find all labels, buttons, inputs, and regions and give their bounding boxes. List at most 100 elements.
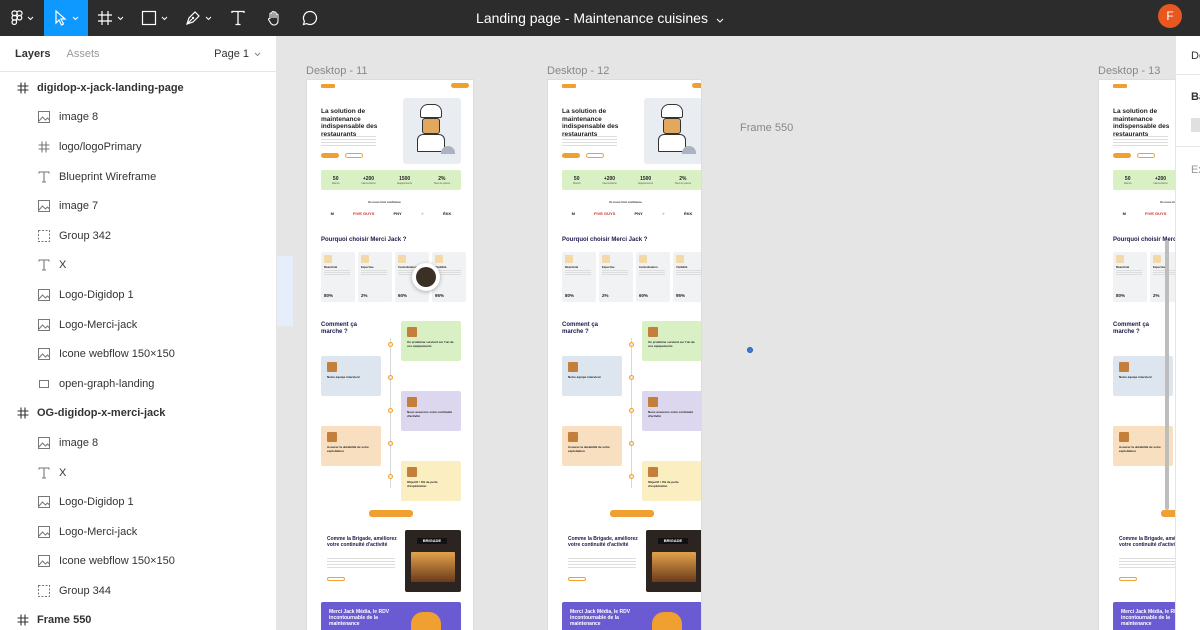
main-menu-button[interactable] <box>0 0 44 36</box>
step-illustration <box>407 327 417 337</box>
layer-row[interactable]: digidop-x-jack-landing-page <box>0 73 276 103</box>
design-tab[interactable]: De <box>1191 50 1200 62</box>
frame-desktop-12[interactable]: La solution de maintenance indispensable… <box>547 79 702 630</box>
step-title: Assurez la durabilité de votre exploitat… <box>1119 445 1161 453</box>
why-card: Visibilité 95% <box>673 252 701 302</box>
frame-tool-button[interactable] <box>88 0 132 36</box>
layer-row[interactable]: image 8 <box>0 103 276 133</box>
brigade-sign: BRIGADE <box>417 538 447 544</box>
step-title: Nous assurons votre continuité d'activit… <box>407 410 453 418</box>
hero-primary-button <box>1113 153 1131 158</box>
step-illustration <box>1119 362 1129 372</box>
rectangle-icon <box>38 378 50 390</box>
header-logo <box>562 84 576 88</box>
frame-grid-icon <box>17 82 29 94</box>
why-card-title: Réactivité <box>324 265 338 269</box>
why-card-percent: 95% <box>676 293 686 298</box>
layer-label: Frame 550 <box>37 614 92 627</box>
how-step-card: Assurez la durabilité de votre exploitat… <box>1113 426 1173 466</box>
layer-row[interactable]: Frame 550 <box>0 606 276 630</box>
layer-row[interactable]: OG-digidop-x-merci-jack <box>0 399 276 429</box>
trust-title: Ils nous font confiance <box>368 200 401 204</box>
frame-label-desktop-11[interactable]: Desktop - 11 <box>306 65 368 77</box>
brigade-text-lines <box>327 558 395 568</box>
why-card-percent: 80% <box>565 293 575 298</box>
media-title: Merci Jack Média, le RDV incontournable … <box>1121 609 1175 627</box>
canvas[interactable]: Desktop - 11 Desktop - 12 Desktop - 13 F… <box>277 36 1175 630</box>
layer-row[interactable]: Logo-Digidop 1 <box>0 280 276 310</box>
why-card-text-lines <box>676 270 701 276</box>
why-card-title: Expertise <box>1153 265 1166 269</box>
layer-label: Group 342 <box>59 229 111 242</box>
why-card-percent: 2% <box>602 293 609 298</box>
hero-title: La solution de maintenance indispensable… <box>562 108 619 138</box>
move-tool-button[interactable] <box>44 0 88 36</box>
pen-tool-button[interactable] <box>176 0 220 36</box>
partner-logos: MFIVE GUYSPNY♂ÉKK <box>1113 208 1175 218</box>
frame-label-desktop-13[interactable]: Desktop - 13 <box>1098 65 1160 77</box>
tab-layers[interactable]: Layers <box>15 48 50 60</box>
comment-tool-button[interactable] <box>292 0 328 36</box>
layer-row[interactable]: X <box>0 251 276 281</box>
why-title: Pourquoi choisir Merci Jack ? <box>562 237 648 243</box>
chevron-down-icon <box>254 48 261 60</box>
image-icon <box>38 555 50 568</box>
step-title: Objectif ! 0% de perte d'exploitation <box>407 480 438 488</box>
layer-row[interactable]: Icone webflow 150×150 <box>0 339 276 369</box>
how-step-card: Notre équipe intervient <box>562 356 622 396</box>
why-card-icon <box>565 255 573 263</box>
layer-row[interactable]: image 8 <box>0 428 276 458</box>
document-title[interactable]: Landing page - Maintenance cuisines <box>476 10 708 26</box>
frame-desktop-11[interactable]: La solution de maintenance indispensable… <box>306 79 474 630</box>
layer-row[interactable]: Group 344 <box>0 576 276 606</box>
partner-logo: ÉKK <box>442 210 452 216</box>
brigade-text-lines <box>1119 558 1175 568</box>
image-icon <box>38 496 50 509</box>
media-title: Merci Jack Média, le RDV incontournable … <box>570 609 631 627</box>
stats-bar: 50Clients+200Interventions1500Equipement… <box>1113 170 1175 190</box>
frame-label-desktop-12[interactable]: Desktop - 12 <box>547 65 609 77</box>
layer-row[interactable]: Blueprint Wireframe <box>0 162 276 192</box>
trust-title: Ils nous font confiance <box>1160 200 1175 204</box>
canvas-scrollbar[interactable] <box>1165 240 1169 510</box>
layer-label: image 8 <box>59 436 99 449</box>
partner-logos: MFIVE GUYSPNY♂ÉKK <box>562 208 701 218</box>
why-card-title: Centralisation <box>639 265 658 269</box>
partner-logo: FIVE GUYS <box>353 210 375 216</box>
text-icon <box>38 466 50 479</box>
layer-label: Logo-Digidop 1 <box>59 288 134 301</box>
cloche <box>441 146 455 154</box>
why-card-icon <box>1116 255 1124 263</box>
user-avatar[interactable]: F <box>1158 4 1182 28</box>
layer-row[interactable]: Group 342 <box>0 221 276 251</box>
layer-row[interactable]: image 7 <box>0 191 276 221</box>
layer-label: Logo-Merci-jack <box>59 525 138 538</box>
chevron-down-icon[interactable] <box>716 10 724 26</box>
panel-tabs: Layers Assets Page 1 <box>0 36 276 72</box>
layer-row[interactable]: X <box>0 458 276 488</box>
layer-row[interactable]: logo/logoPrimary <box>0 132 276 162</box>
frame-desktop-13[interactable]: La solution de maintenance indispensable… <box>1098 79 1175 630</box>
media-banner: Merci Jack Média, le RDV incontournable … <box>321 602 461 630</box>
layer-row[interactable]: open-graph-landing <box>0 369 276 399</box>
layer-label: X <box>59 466 67 479</box>
selection-handle[interactable] <box>747 347 753 353</box>
layer-row[interactable]: Icone webflow 150×150 <box>0 547 276 577</box>
layer-row[interactable]: Logo-Merci-jack <box>0 310 276 340</box>
layer-row[interactable]: Logo-Digidop 1 <box>0 487 276 517</box>
layers-panel: Layers Assets Page 1 digidop-x-jack-land… <box>0 36 277 630</box>
media-banner: Merci Jack Média, le RDV incontournable … <box>1113 602 1175 630</box>
text-tool-button[interactable] <box>220 0 256 36</box>
shape-tool-button[interactable] <box>132 0 176 36</box>
frame-550-label[interactable]: Frame 550 <box>740 122 793 134</box>
tab-assets[interactable]: Assets <box>66 48 99 60</box>
step-title: Notre équipe intervient <box>327 375 360 379</box>
brigade-link <box>327 577 345 581</box>
page-selector[interactable]: Page 1 <box>214 48 261 60</box>
brigade-title: Comme la Brigade, améliorez votre contin… <box>568 536 638 548</box>
layer-row[interactable]: Logo-Merci-jack <box>0 517 276 547</box>
why-card-percent: 60% <box>398 293 408 298</box>
background-color-swatch[interactable] <box>1191 118 1200 132</box>
hand-tool-button[interactable] <box>256 0 292 36</box>
partner-logo: M <box>571 210 575 216</box>
